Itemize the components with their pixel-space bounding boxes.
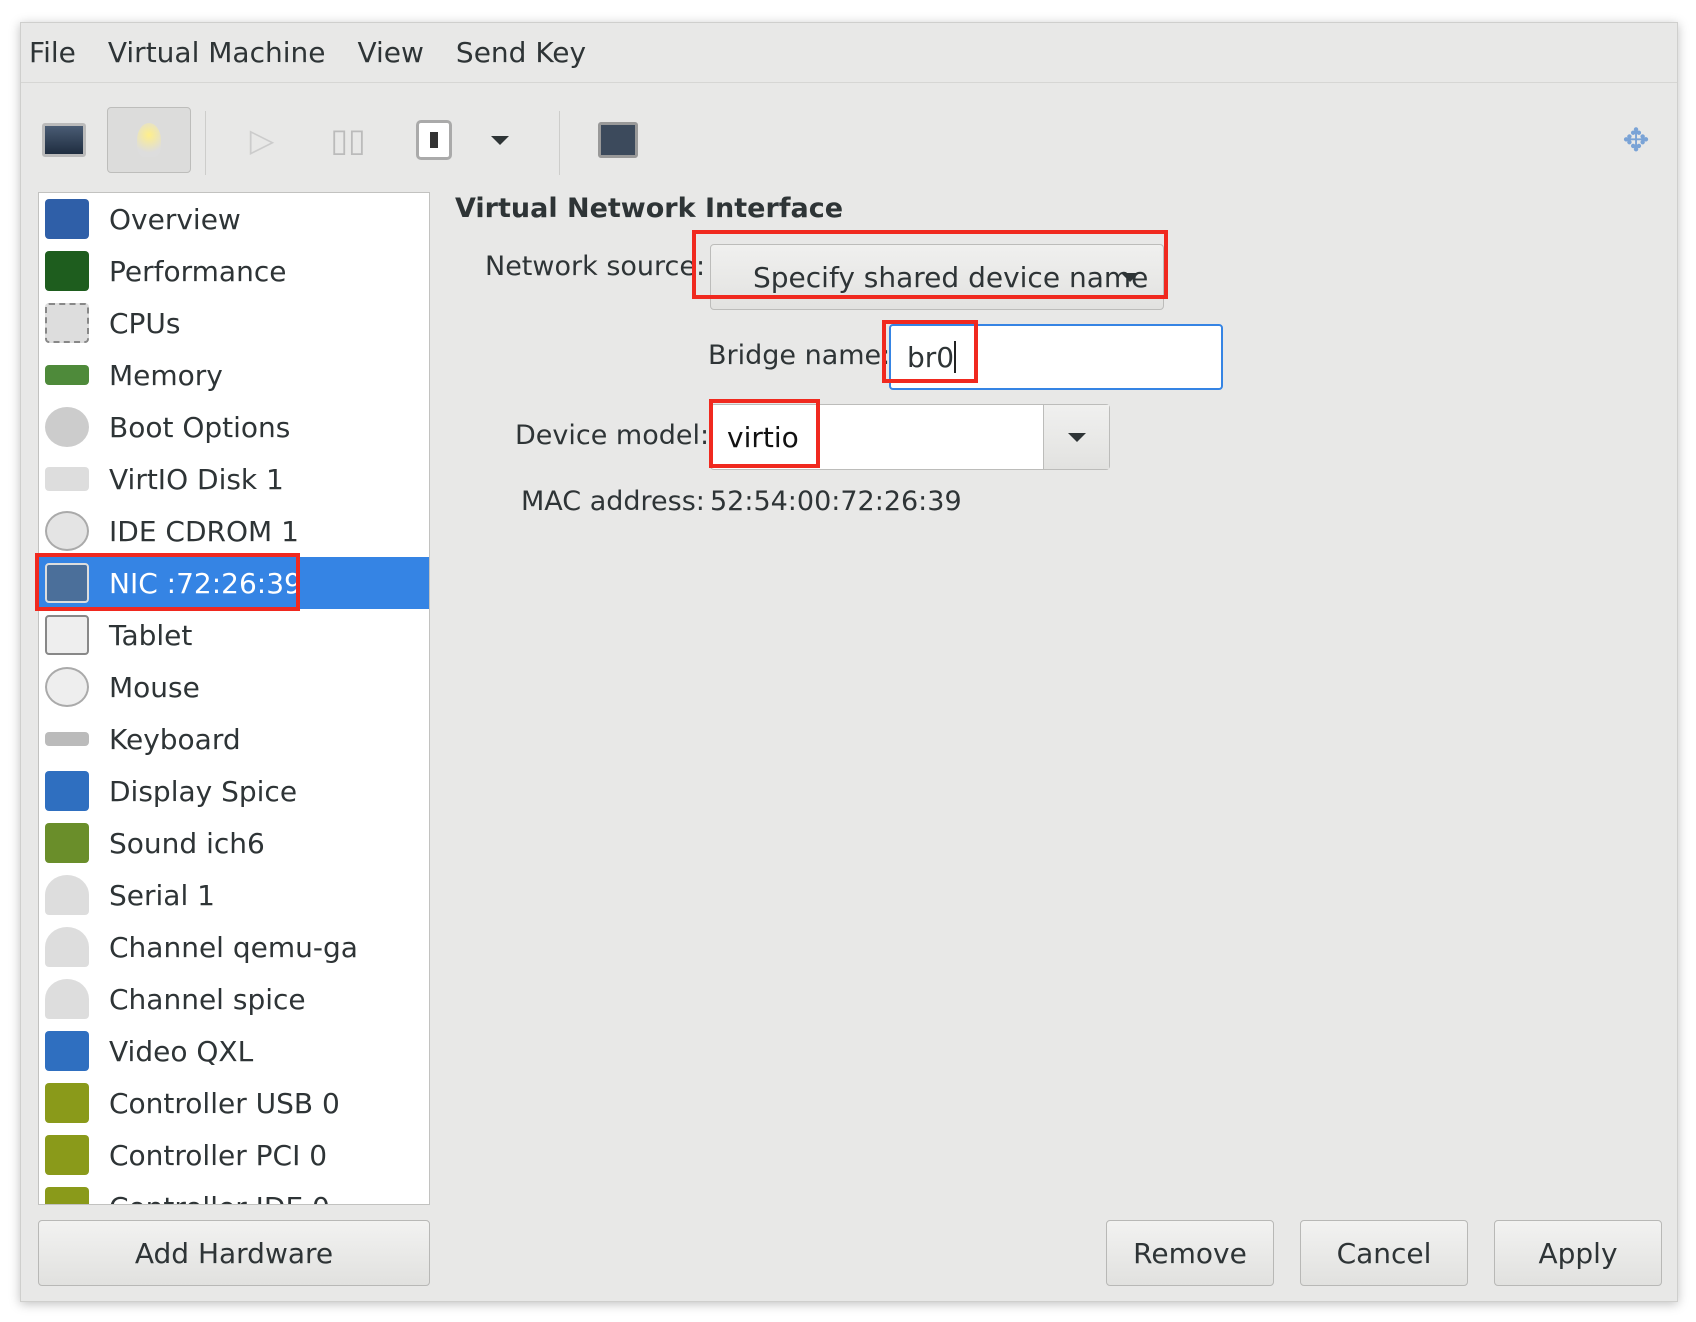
menu-view[interactable]: View [357,36,423,69]
power-switch-icon [416,120,452,160]
sidebar-item-mouse[interactable]: Mouse [39,661,429,713]
tablet-icon [45,615,89,655]
keyboard-icon [45,732,89,746]
sidebar-item-overview[interactable]: Overview [39,193,429,245]
highlight-nic-item [35,553,300,611]
mouse-icon [45,667,89,707]
mac-address-value: 52:54:00:72:26:39 [710,486,962,517]
device-model-dropdown-button[interactable] [1043,405,1109,469]
shutdown-menu-button[interactable] [475,107,525,173]
details-button[interactable] [107,107,191,173]
controller-card-icon [45,1135,89,1175]
disk-icon [45,467,89,491]
memory-icon [45,365,89,385]
add-hardware-button[interactable]: Add Hardware [38,1220,430,1286]
sidebar-item-channel-qemu-ga[interactable]: Channel qemu-ga [39,921,429,973]
cpu-chip-icon [45,303,89,343]
sidebar-item-controller-usb[interactable]: Controller USB 0 [39,1077,429,1129]
sidebar-item-video-qxl[interactable]: Video QXL [39,1025,429,1077]
pause-button[interactable]: ▯▯ [313,107,383,173]
screens-icon [598,122,638,158]
sidebar-item-keyboard[interactable]: Keyboard [39,713,429,765]
monitor-icon [45,1031,89,1071]
highlight-network-source [692,230,1168,299]
fullscreen-button[interactable]: ✥ [1601,107,1671,173]
device-model-label: Device model: [515,420,710,451]
network-source-label: Network source: [485,251,706,282]
mac-address-label: MAC address: [521,486,705,517]
chevron-down-icon [1067,432,1086,442]
sidebar-item-tablet[interactable]: Tablet [39,609,429,661]
lightbulb-icon [137,123,161,157]
controller-card-icon [45,1083,89,1123]
menu-bar: File Virtual Machine View Send Key [21,23,1677,83]
shutdown-button[interactable] [399,107,469,173]
sidebar-item-controller-pci[interactable]: Controller PCI 0 [39,1129,429,1181]
vm-details-window: File Virtual Machine View Send Key ▷ ▯▯ … [20,22,1678,1302]
serial-port-icon [45,875,89,915]
sidebar-item-performance[interactable]: Performance [39,245,429,297]
fullscreen-move-icon: ✥ [1622,121,1650,159]
run-button[interactable]: ▷ [227,107,297,173]
gears-icon [45,407,89,447]
performance-graph-icon [45,251,89,291]
dropdown-arrow-icon [491,135,509,145]
pause-icon: ▯▯ [330,121,366,159]
cdrom-icon [45,511,89,551]
toolbar: ▷ ▯▯ ✥ [21,89,1677,189]
sidebar-item-sound[interactable]: Sound ich6 [39,817,429,869]
menu-virtual-machine[interactable]: Virtual Machine [108,36,326,69]
sidebar-item-cpus[interactable]: CPUs [39,297,429,349]
controller-card-icon [45,1187,89,1204]
sidebar-item-channel-spice[interactable]: Channel spice [39,973,429,1025]
monitor-icon [45,771,89,811]
apply-button[interactable]: Apply [1494,1220,1662,1286]
remove-button[interactable]: Remove [1106,1220,1274,1286]
bridge-name-label: Bridge name: [708,340,891,371]
sidebar-item-boot-options[interactable]: Boot Options [39,401,429,453]
hardware-list[interactable]: Overview Performance CPUs Memory Boot Op… [38,192,430,1205]
sidebar-item-ide-cdrom[interactable]: IDE CDROM 1 [39,505,429,557]
highlight-device-model [709,399,820,468]
serial-port-icon [45,927,89,967]
section-title: Virtual Network Interface [455,193,844,224]
sidebar-item-virtio-disk[interactable]: VirtIO Disk 1 [39,453,429,505]
sidebar-item-display-spice[interactable]: Display Spice [39,765,429,817]
monitor-icon [42,123,86,157]
menu-send-key[interactable]: Send Key [456,36,586,69]
menu-file[interactable]: File [29,36,76,69]
highlight-bridge-name [882,320,978,383]
sidebar-item-serial[interactable]: Serial 1 [39,869,429,921]
screens-button[interactable] [583,107,653,173]
console-button[interactable] [29,107,99,173]
serial-port-icon [45,979,89,1019]
sidebar-item-memory[interactable]: Memory [39,349,429,401]
sound-card-icon [45,823,89,863]
cancel-button[interactable]: Cancel [1300,1220,1468,1286]
play-icon: ▷ [249,121,275,159]
sidebar-item-controller-ide[interactable]: Controller IDE 0 [39,1181,429,1204]
monitor-icon [45,199,89,239]
